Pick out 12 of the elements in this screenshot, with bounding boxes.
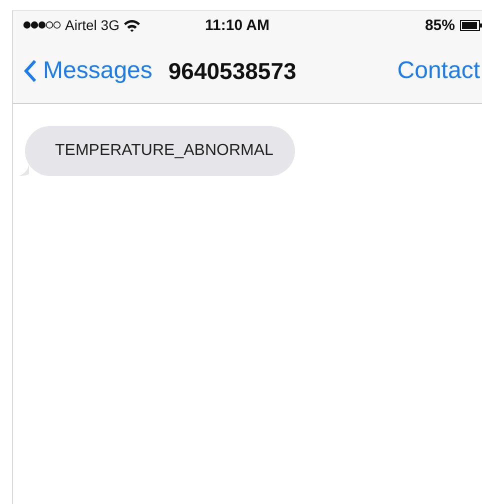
signal-icon bbox=[23, 21, 61, 29]
back-button[interactable]: Messages bbox=[23, 57, 152, 85]
chevron-icon bbox=[23, 59, 37, 83]
contact-number: 9640538573 bbox=[168, 58, 298, 84]
bubble-tail bbox=[19, 164, 29, 176]
carrier-name: Airtel 3G bbox=[65, 17, 120, 33]
wifi-icon bbox=[123, 18, 142, 32]
battery-percent: 85% bbox=[424, 16, 455, 34]
message-bubble: TEMPERATURE_ABNORMAL bbox=[25, 126, 296, 176]
battery-icon bbox=[460, 20, 482, 30]
contact-button[interactable]: Contact bbox=[397, 57, 480, 85]
status-time: 11:10 AM bbox=[205, 16, 270, 34]
